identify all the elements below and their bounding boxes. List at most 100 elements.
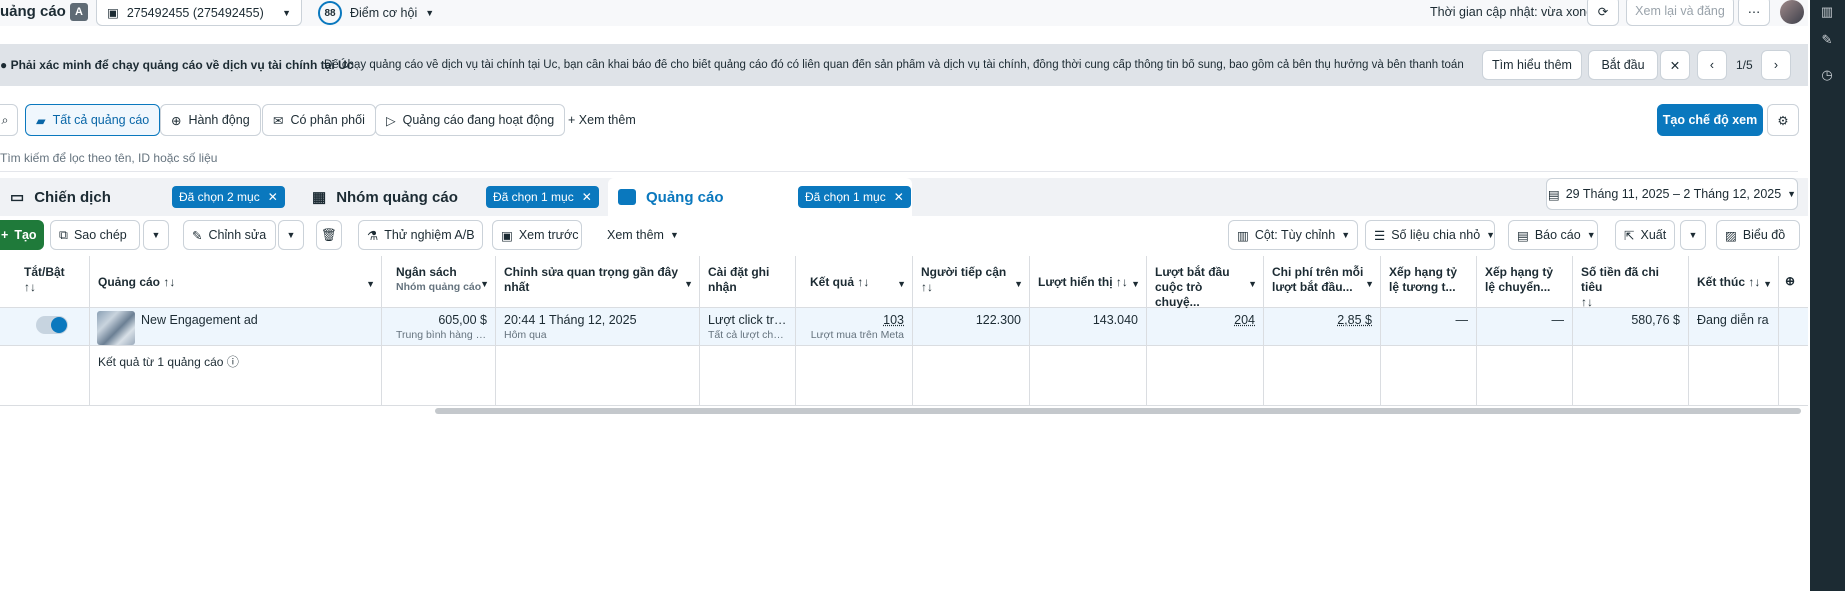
ad-icon [618, 189, 636, 205]
ab-test-button[interactable]: ⚗ Thử nghiệm A/B [358, 220, 483, 250]
review-publish-button[interactable]: Xem lại và đăng [1626, 0, 1734, 26]
sort-icon: ↑↓ [24, 280, 36, 294]
chart-icon[interactable]: ▥ [1819, 4, 1835, 20]
chip-all-ads[interactable]: ▰ Tất cả quảng cáo [25, 104, 161, 136]
delete-button[interactable]: 🗑 [316, 220, 342, 250]
create-button[interactable]: + Tạo [0, 220, 44, 250]
opportunity-label: Điểm cơ hội [350, 6, 418, 20]
more-options-button[interactable]: ⋯ [1738, 0, 1770, 26]
chevron-left-icon: ‹ [1709, 58, 1715, 72]
search-input[interactable]: Tìm kiếm để lọc theo tên, ID hoặc số liệ… [0, 144, 1798, 172]
col-results[interactable]: Kết quả ↑↓ ▼ [796, 256, 913, 308]
col-attribution[interactable]: Cài đặt ghi nhận [700, 256, 796, 308]
col-engagement-rank[interactable]: Xếp hạng tỷ lệ tương t... [1381, 256, 1477, 308]
col-cost-per-conversation[interactable]: Chi phí trên mỗi lượt bắt đầu... ▼ [1264, 256, 1381, 308]
chevron-down-icon: ▼ [1763, 279, 1772, 289]
info-icon: ⓘ [226, 355, 239, 369]
chevron-down-icon: ▼ [1586, 230, 1596, 240]
more-actions-button[interactable]: Xem thêm ▼ [598, 220, 688, 250]
preview-button[interactable]: ▣ Xem trước [492, 220, 582, 250]
add-column-button[interactable]: ⊕ [1779, 256, 1808, 308]
clock-icon[interactable]: ◷ [1819, 67, 1835, 83]
col-end[interactable]: Kết thúc ↑↓ ▼ [1689, 256, 1779, 308]
col-budget[interactable]: Ngân sách Nhóm quảng cáo ▼ [388, 256, 496, 308]
chip-active-ads[interactable]: ▷ Quảng cáo đang hoạt động [375, 104, 566, 136]
plus-icon: + [568, 113, 579, 127]
sliders-icon: ⚙ [1777, 113, 1789, 128]
grid-icon: ▦ [312, 189, 327, 206]
create-view-button[interactable]: Tạo chế độ xem [1657, 104, 1763, 136]
view-settings-button[interactable]: ⚙ [1767, 104, 1799, 136]
flask-icon: ⚗ [367, 228, 379, 243]
chevron-down-icon: ▼ [897, 279, 906, 289]
col-reach[interactable]: Người tiếp cận ↑↓ ▼ [913, 256, 1030, 308]
ad-toggle[interactable] [36, 316, 68, 334]
col-ad[interactable]: Quảng cáo ↑↓ ▼ [90, 256, 382, 308]
conversion-rank-cell: — [1477, 308, 1573, 346]
export-dropdown[interactable]: ▼ [1680, 220, 1706, 250]
account-name: 275492455 (275492455) [126, 5, 264, 20]
chevron-down-icon: ▼ [425, 8, 435, 18]
sort-icon: ↑↓ [1115, 275, 1128, 289]
conversations-cell: 204 [1147, 308, 1264, 346]
ad-selection-pill[interactable]: Đã chọn 1 mục ✕ [798, 186, 911, 208]
date-range-picker[interactable]: ▤ 29 Tháng 11, 2025 – 2 Tháng 12, 2025 ▼ [1546, 178, 1798, 210]
search-button[interactable]: ⌕ [0, 104, 18, 136]
chevron-down-icon: ▼ [1014, 279, 1023, 289]
horizontal-scrollbar[interactable] [435, 408, 1801, 414]
prev-banner-button[interactable]: ‹ [1697, 50, 1727, 80]
mail-icon: ✉ [273, 113, 284, 128]
tab-campaigns[interactable]: ▭ Chiến dịch Đã chọn 2 mục ✕ [0, 178, 298, 216]
col-onoff[interactable]: Tắt/Bật ↑↓ [16, 256, 90, 308]
col-last-edit[interactable]: Chỉnh sửa quan trọng gần đây nhất ▼ [496, 256, 700, 308]
edit-dropdown[interactable]: ▼ [278, 220, 304, 250]
close-icon[interactable]: ✕ [894, 190, 904, 204]
refresh-button[interactable]: ⟳ [1587, 0, 1619, 26]
pencil-icon: ✎ [192, 228, 203, 243]
tab-adsets[interactable]: ▦ Nhóm quảng cáo Đã chọn 1 mục ✕ [302, 178, 602, 216]
edit-button[interactable]: ✎ Chỉnh sửa [183, 220, 276, 250]
chevron-down-icon: ▼ [282, 7, 291, 18]
close-banner-button[interactable]: ✕ [1660, 50, 1690, 80]
col-amount-spent[interactable]: Số tiền đã chi tiêu ↑↓ [1573, 256, 1689, 309]
export-button[interactable]: ⇱ Xuất [1615, 220, 1675, 250]
chart-button[interactable]: ▨ Biểu đồ [1716, 220, 1800, 250]
breakdown-button[interactable]: ☰ Số liệu chia nhỏ ▼ [1365, 220, 1495, 250]
account-avatar: A [70, 3, 88, 21]
sort-icon: ↑↓ [921, 280, 933, 294]
account-selector[interactable]: ▣ 275492455 (275492455) ▼ [96, 0, 302, 26]
more-filters-link[interactable]: + Xem thêm [568, 113, 636, 127]
profile-avatar[interactable] [1780, 0, 1804, 24]
update-time: Thời gian cập nhật: vừa xong [1430, 5, 1594, 19]
pencil-icon[interactable]: ✎ [1819, 32, 1835, 48]
chip-delivering[interactable]: ✉ Có phân phối [262, 104, 376, 136]
col-impressions[interactable]: Lượt hiển thị ↑↓ ▼ [1030, 256, 1147, 308]
col-conversations-started[interactable]: Lượt bắt đầu cuộc trò chuyệ... ▼ [1147, 256, 1264, 309]
copy-icon: ⧉ [59, 227, 68, 242]
chevron-down-icon: ▼ [1341, 230, 1351, 240]
start-button[interactable]: Bắt đầu [1588, 50, 1658, 80]
breakdown-icon: ☰ [1374, 228, 1386, 243]
copy-button[interactable]: ⧉ Sao chép [50, 220, 140, 250]
copy-dropdown[interactable]: ▼ [143, 220, 169, 250]
close-icon[interactable]: ✕ [268, 190, 278, 204]
learn-more-button[interactable]: Tìm hiểu thêm [1482, 50, 1582, 80]
close-icon[interactable]: ✕ [582, 190, 592, 204]
adset-selection-pill[interactable]: Đã chọn 1 mục ✕ [486, 186, 599, 208]
opportunity-score-button[interactable]: 88 Điểm cơ hội ▼ [318, 0, 434, 26]
impressions-cell: 143.040 [1030, 308, 1147, 346]
engagement-rank-cell: — [1381, 308, 1477, 346]
spent-cell: 580,76 $ [1573, 308, 1689, 346]
select-all-checkbox[interactable] [0, 256, 17, 308]
chevron-down-icon: ▼ [684, 279, 693, 289]
chip-actions[interactable]: ⊕ Hành động [160, 104, 261, 136]
tab-ads[interactable]: Quảng cáo Đã chọn 1 mục ✕ [608, 178, 912, 216]
ad-name-link[interactable]: New Engagement ad [141, 313, 258, 327]
sort-icon: ↑↓ [1748, 275, 1761, 289]
reports-button[interactable]: ▤ Báo cáo ▼ [1508, 220, 1598, 250]
campaign-selection-pill[interactable]: Đã chọn 2 mục ✕ [172, 186, 285, 208]
next-banner-button[interactable]: › [1761, 50, 1791, 80]
col-conversion-rank[interactable]: Xếp hạng tỷ lệ chuyển... [1477, 256, 1573, 308]
row-checkbox[interactable] [0, 308, 17, 346]
columns-button[interactable]: ▥ Cột: Tùy chỉnh ▼ [1228, 220, 1358, 250]
